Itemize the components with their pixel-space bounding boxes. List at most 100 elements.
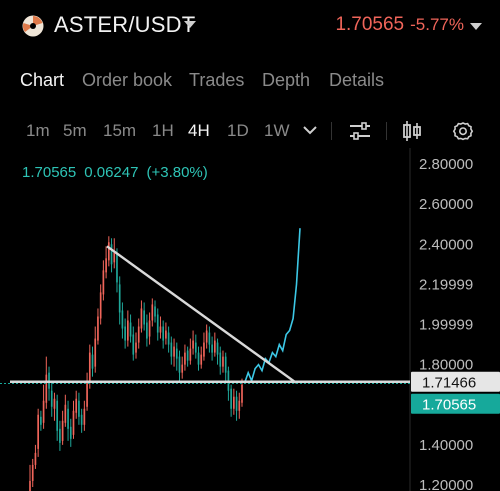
timeframe-5m[interactable]: 5m xyxy=(63,121,87,141)
candle xyxy=(40,416,42,425)
pair-header: ASTER/USDT 1.70565 -5.77% xyxy=(0,0,500,52)
candle xyxy=(186,350,189,361)
price-change-pct: -5.77% xyxy=(410,15,464,34)
candle xyxy=(97,316,99,341)
projection-line xyxy=(243,228,301,384)
candle xyxy=(59,428,61,443)
chevron-down-icon[interactable] xyxy=(184,21,196,28)
candle xyxy=(31,464,34,481)
candle xyxy=(67,408,69,429)
timeframe-1m[interactable]: 1m xyxy=(26,121,50,141)
candle xyxy=(208,332,211,345)
timeframe-4h[interactable]: 4H xyxy=(188,121,210,141)
price-tick-label: 1.20000 xyxy=(419,477,473,491)
candle xyxy=(113,252,116,263)
pair-selector[interactable]: ASTER/USDT xyxy=(54,12,195,38)
candle xyxy=(224,356,227,373)
price-tick-label: 2.80000 xyxy=(419,156,473,173)
candle xyxy=(222,356,224,367)
candle xyxy=(219,352,222,367)
candle xyxy=(45,374,48,403)
candle xyxy=(64,404,67,423)
candle xyxy=(88,352,91,383)
candle xyxy=(129,322,132,337)
price-tick-label: 1.40000 xyxy=(419,437,473,454)
gear-icon[interactable] xyxy=(452,120,474,142)
candle xyxy=(61,420,64,441)
header-price: 1.70565 -5.77% xyxy=(335,14,464,36)
candle xyxy=(216,342,219,355)
candle xyxy=(235,396,238,411)
price-tick-label: 1.80000 xyxy=(419,357,473,374)
price-tick-label: 1.99999 xyxy=(419,317,473,334)
candle xyxy=(75,398,78,413)
candle xyxy=(69,426,72,439)
toolbar-divider xyxy=(331,122,332,140)
price-tick-label: 2.40000 xyxy=(419,236,473,253)
tab-details[interactable]: Details xyxy=(329,70,384,91)
candle xyxy=(178,356,181,373)
candle xyxy=(148,320,151,337)
candle xyxy=(173,346,175,357)
candle xyxy=(37,414,39,449)
candle xyxy=(132,334,135,355)
price-label-text: 1.71466 xyxy=(422,375,476,392)
candle xyxy=(137,326,140,343)
candle xyxy=(34,452,37,465)
candle xyxy=(146,322,148,339)
timeframe-1h[interactable]: 1H xyxy=(152,121,174,141)
candle xyxy=(197,352,200,365)
candle xyxy=(99,292,102,319)
price-tick-label: 2.60000 xyxy=(419,196,473,213)
candle xyxy=(238,400,241,411)
price-tick-label: 2.19999 xyxy=(419,276,473,293)
candle xyxy=(80,414,83,425)
aster-logo-icon xyxy=(22,15,44,37)
tab-bar: Chart Order book Trades Depth Details xyxy=(0,70,500,96)
indicators-icon[interactable] xyxy=(349,121,371,141)
candle xyxy=(192,340,194,349)
candle xyxy=(135,342,137,353)
candle xyxy=(72,410,75,435)
candle xyxy=(156,314,159,333)
tab-depth[interactable]: Depth xyxy=(262,70,310,91)
tab-chart[interactable]: Chart xyxy=(20,70,64,91)
timeframe-1w[interactable]: 1W xyxy=(264,121,290,141)
timeframe-1d[interactable]: 1D xyxy=(227,121,249,141)
timeframe-15m[interactable]: 15m xyxy=(103,121,136,141)
candle xyxy=(42,400,45,423)
candle xyxy=(151,304,154,321)
candle xyxy=(175,348,178,359)
candle xyxy=(203,342,205,357)
candle xyxy=(102,270,105,295)
chevron-down-icon[interactable] xyxy=(470,23,482,30)
candle xyxy=(189,348,192,361)
tab-trades[interactable]: Trades xyxy=(189,70,244,91)
candle xyxy=(165,330,167,339)
candle xyxy=(170,342,173,357)
candle xyxy=(162,326,165,341)
candle xyxy=(105,258,107,273)
candle xyxy=(194,342,197,353)
candle xyxy=(116,254,118,283)
candle xyxy=(118,284,121,313)
candle xyxy=(78,400,80,417)
candle xyxy=(53,398,56,409)
candle xyxy=(86,380,88,407)
candle xyxy=(233,396,235,409)
toolbar-divider xyxy=(386,122,387,140)
candle xyxy=(83,408,86,425)
last-price: 1.70565 xyxy=(335,14,405,35)
candle xyxy=(241,384,243,403)
candle xyxy=(167,332,170,345)
chevron-down-icon[interactable] xyxy=(302,124,318,136)
tab-order-book[interactable]: Order book xyxy=(82,70,172,91)
candle xyxy=(205,330,208,343)
candle xyxy=(140,308,143,329)
candle-type-icon[interactable] xyxy=(402,120,422,142)
candle xyxy=(200,354,203,365)
candle xyxy=(154,306,156,317)
price-chart[interactable]: 2.80000 2.60000 2.40000 2.19999 1.99999 1.800… xyxy=(0,148,500,491)
candle xyxy=(110,244,113,265)
candle xyxy=(213,340,216,353)
